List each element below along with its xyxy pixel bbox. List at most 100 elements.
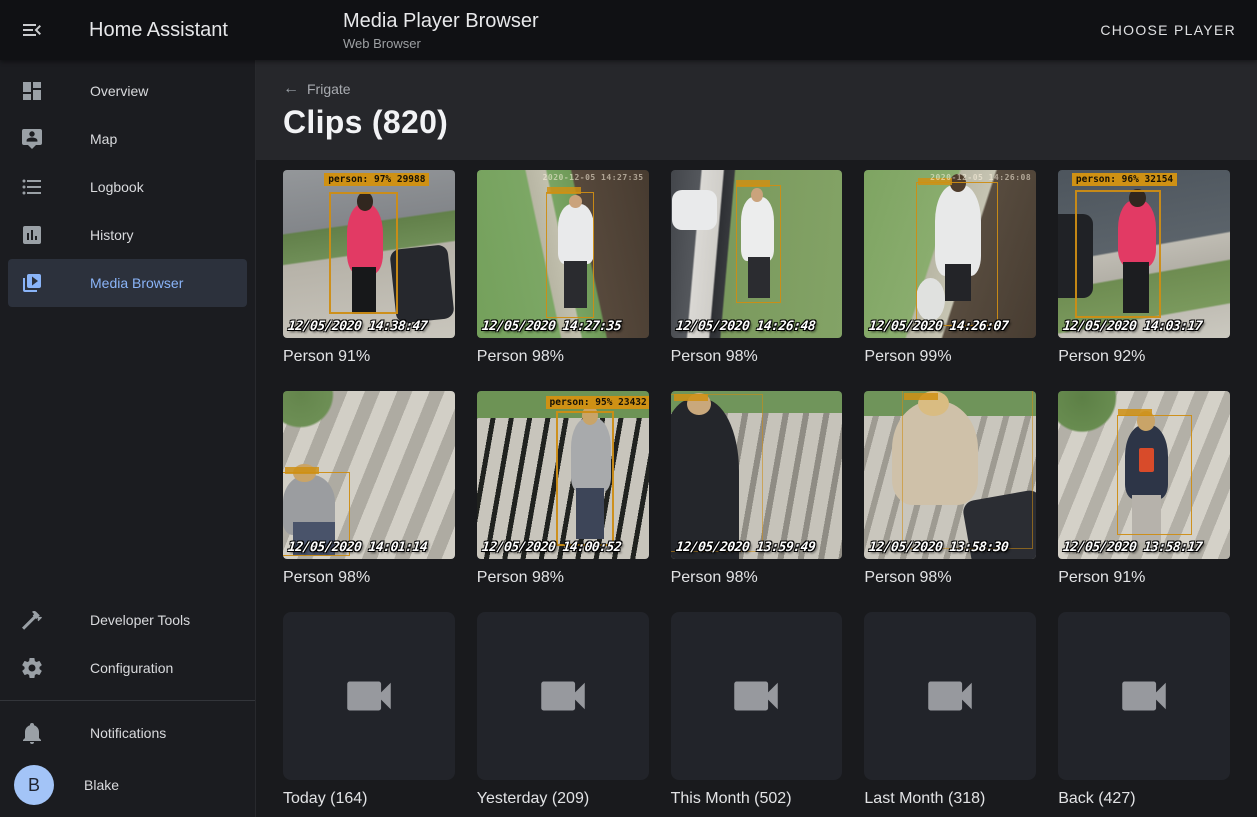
- clip-timestamp-overlay: 12/05/2020 14:01:14: [287, 540, 428, 555]
- clip-label: Person 98%: [477, 348, 649, 369]
- sidebar-item-overview[interactable]: Overview: [8, 67, 247, 115]
- video-icon: [727, 667, 785, 725]
- scene-object: [389, 244, 455, 324]
- detection-chip-mini: [736, 180, 770, 187]
- detection-bbox: [1117, 415, 1193, 536]
- clip-label: Person 92%: [1058, 348, 1230, 369]
- folder-this-month[interactable]: [671, 612, 843, 780]
- clip-thumbnail[interactable]: 12/05/2020 13:58:30: [864, 391, 1036, 559]
- clip-card: 12/05/2020 14:26:48 Person 98%: [671, 170, 843, 369]
- detection-bbox: [1075, 190, 1161, 318]
- clip-timestamp-overlay: 12/05/2020 14:03:17: [1062, 319, 1203, 334]
- sidebar-item-history[interactable]: History: [8, 211, 247, 259]
- clip-timestamp-overlay: 12/05/2020 14:27:35: [481, 319, 622, 334]
- video-icon: [340, 667, 398, 725]
- folder-card: This Month (502): [671, 612, 843, 811]
- sidebar-item-label: Developer Tools: [90, 612, 190, 628]
- content-header: ← Frigate Clips (820): [256, 60, 1257, 160]
- sidebar-item-notifications[interactable]: Notifications: [8, 709, 247, 757]
- clip-thumbnail[interactable]: 2020-12-05 14:27:35 12/05/2020 14:27:35: [477, 170, 649, 338]
- clip-thumbnail[interactable]: person: 97% 29988 12/05/2020 14:38:47: [283, 170, 455, 338]
- clip-label: Person 91%: [283, 348, 455, 369]
- clip-thumbnail[interactable]: 12/05/2020 14:26:48: [671, 170, 843, 338]
- clip-thumbnail[interactable]: 12/05/2020 13:58:17: [1058, 391, 1230, 559]
- clip-thumbnail[interactable]: 2020-12-05 14:26:08 12/05/2020 14:26:07: [864, 170, 1036, 338]
- list-icon: [20, 175, 44, 199]
- sidebar-item-configuration[interactable]: Configuration: [8, 644, 247, 692]
- folder-last-month[interactable]: [864, 612, 1036, 780]
- detection-bbox: [736, 185, 781, 303]
- clip-card: 12/05/2020 13:58:17 Person 91%: [1058, 391, 1230, 590]
- clip-timestamp-overlay: 12/05/2020 13:58:30: [869, 540, 1010, 555]
- detection-bbox: [329, 192, 398, 315]
- detection-chip: person: 95% 23432: [546, 396, 649, 409]
- clip-card: person: 95% 23432 12/05/2020 14:00:52 Pe…: [477, 391, 649, 590]
- app-title: Home Assistant: [89, 19, 228, 42]
- detection-chip: person: 97% 29988: [324, 173, 429, 186]
- clip-timestamp-overlay: 12/05/2020 14:00:52: [481, 540, 622, 555]
- sidebar-item-label: History: [90, 227, 134, 243]
- folder-today[interactable]: [283, 612, 455, 780]
- play-box-multiple-icon: [20, 271, 44, 295]
- detection-chip: person: 96% 32154: [1072, 173, 1177, 186]
- clip-thumbnail[interactable]: 12/05/2020 14:01:14: [283, 391, 455, 559]
- app-window: Home Assistant Media Player Browser Web …: [0, 0, 1257, 817]
- media-grid: person: 97% 29988 12/05/2020 14:38:47 Pe…: [283, 170, 1230, 811]
- folder-card: Last Month (318): [864, 612, 1036, 811]
- clip-thumbnail[interactable]: person: 96% 32154 12/05/2020 14:03:17: [1058, 170, 1230, 338]
- detection-chip-mini: [285, 467, 319, 474]
- sidebar-item-label: Configuration: [90, 660, 173, 676]
- detection-chip-mini: [1118, 409, 1152, 416]
- hammer-icon: [20, 608, 44, 632]
- detection-bbox: [546, 192, 594, 318]
- gear-icon: [20, 656, 44, 680]
- user-name: Blake: [84, 777, 119, 793]
- sidebar-user[interactable]: B Blake: [8, 757, 247, 813]
- clip-card: 2020-12-05 14:26:08 12/05/2020 14:26:07 …: [864, 170, 1036, 369]
- folder-label: Today (164): [283, 790, 455, 811]
- clip-timestamp-overlay: 12/05/2020 14:26:07: [869, 319, 1010, 334]
- breadcrumb-back[interactable]: ← Frigate: [283, 80, 351, 98]
- clip-card: 2020-12-05 14:27:35 12/05/2020 14:27:35 …: [477, 170, 649, 369]
- sidebar-item-label: Map: [90, 131, 117, 147]
- detection-chip-mini: [904, 393, 938, 400]
- chart-box-icon: [20, 223, 44, 247]
- detection-bbox: [671, 394, 764, 552]
- folder-card: Today (164): [283, 612, 455, 811]
- scene-object: [672, 190, 717, 230]
- choose-player-button[interactable]: CHOOSE PLAYER: [1100, 22, 1236, 38]
- sidebar-spacer: [0, 307, 255, 596]
- clip-card: 12/05/2020 13:58:30 Person 98%: [864, 391, 1036, 590]
- menu-open-icon[interactable]: [20, 18, 44, 42]
- video-icon: [1115, 667, 1173, 725]
- folder-back[interactable]: [1058, 612, 1230, 780]
- clip-label: Person 98%: [477, 569, 649, 590]
- sidebar-header: Home Assistant: [0, 18, 256, 42]
- sidebar-item-media-browser[interactable]: Media Browser: [8, 259, 247, 307]
- page-title: Clips (820): [283, 104, 1257, 141]
- arrow-left-icon: ←: [283, 80, 299, 98]
- media-browser-panel: ← Frigate Clips (820) person: 97% 29988 …: [256, 60, 1257, 817]
- clip-card: 12/05/2020 13:59:49 Person 98%: [671, 391, 843, 590]
- detection-chip-mini: [674, 394, 708, 401]
- account-tooltip-icon: [20, 127, 44, 151]
- sidebar-item-label: Media Browser: [90, 275, 183, 291]
- clip-thumbnail[interactable]: 12/05/2020 13:59:49: [671, 391, 843, 559]
- panel-title: Media Player Browser: [343, 10, 539, 33]
- sidebar-item-developer-tools[interactable]: Developer Tools: [8, 596, 247, 644]
- sidebar-item-map[interactable]: Map: [8, 115, 247, 163]
- detection-bbox: [902, 391, 1033, 549]
- sidebar-item-label: Overview: [90, 83, 148, 99]
- bell-icon: [20, 721, 44, 745]
- folder-label: Back (427): [1058, 790, 1230, 811]
- detection-chip-mini: [547, 187, 581, 194]
- detection-bbox: [916, 182, 998, 326]
- avatar: B: [14, 765, 54, 805]
- clip-thumbnail[interactable]: person: 95% 23432 12/05/2020 14:00:52: [477, 391, 649, 559]
- sidebar-item-logbook[interactable]: Logbook: [8, 163, 247, 211]
- video-icon: [534, 667, 592, 725]
- clip-label: Person 98%: [864, 569, 1036, 590]
- clip-label: Person 98%: [671, 569, 843, 590]
- folder-yesterday[interactable]: [477, 612, 649, 780]
- video-icon: [921, 667, 979, 725]
